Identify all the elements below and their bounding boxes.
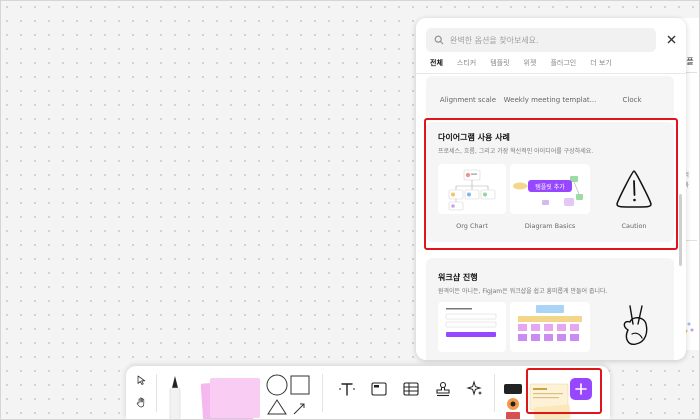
search-box[interactable]	[426, 28, 656, 52]
diagram-section-card: 다이어그램 사용 사례 프로세스, 흐름, 그리고 가장 혁신적인 아이디어를 …	[426, 122, 674, 242]
workshop-section-card: 워크샵 진행 원격이든 아니든, FigJam은 워크샵을 쉽고 흥미롭게 만들…	[426, 258, 674, 360]
text-tool-button[interactable]	[336, 378, 358, 400]
assets-panel: 전체 스티커 템플릿 위젯 플러그인 더 보기 Alignment scale …	[416, 18, 686, 360]
item-label-clock[interactable]: Clock	[622, 96, 641, 104]
previous-section-row: Alignment scale Weekly meeting templat..…	[426, 76, 674, 120]
tab-plugins[interactable]: 플러그인	[550, 58, 576, 72]
section-icon	[371, 382, 387, 396]
shapes-icon	[266, 374, 310, 415]
more-assets-icon	[504, 384, 522, 420]
sparkle-icon	[466, 380, 482, 396]
cursor-icon	[137, 375, 146, 385]
tab-widgets[interactable]: 위젯	[524, 58, 537, 72]
tab-more[interactable]: 더 보기	[590, 58, 612, 72]
marker-icon	[169, 376, 181, 420]
sticker-preview[interactable]	[502, 380, 528, 420]
divider	[322, 374, 323, 412]
peace-hand-icon	[623, 305, 648, 345]
template-preview-image	[529, 383, 571, 420]
panel-scrollbar[interactable]	[679, 194, 682, 266]
template-preview[interactable]	[528, 380, 572, 420]
org-chart-thumbnail[interactable]	[438, 164, 506, 214]
tab-all[interactable]: 전체	[430, 58, 443, 72]
table-tool-button[interactable]	[400, 378, 422, 400]
item-label-diagram-basics[interactable]: Diagram Basics	[525, 222, 576, 230]
item-label-org-chart[interactable]: Org Chart	[456, 222, 488, 230]
add-template-tooltip[interactable]: 템플릿 추가	[528, 180, 572, 192]
stamp-tool-button[interactable]	[432, 378, 454, 400]
hand-tool-button[interactable]	[134, 394, 150, 410]
select-tool-button[interactable]	[134, 372, 150, 388]
marker-tool-button[interactable]	[164, 374, 186, 420]
stamp-icon	[436, 381, 450, 397]
item-label-alignment-scale[interactable]: Alignment scale	[440, 96, 496, 104]
section-title: 다이어그램 사용 사례	[438, 133, 510, 142]
diagram-basics-thumbnail[interactable]: 템플릿 추가	[510, 164, 590, 214]
section-title: 워크샵 진행	[438, 273, 478, 282]
close-button[interactable]	[662, 30, 680, 48]
form-preview	[445, 308, 497, 337]
text-icon	[339, 383, 355, 396]
table-icon	[403, 382, 419, 396]
sticky-note-tool-button[interactable]	[196, 374, 266, 420]
add-asset-button[interactable]	[570, 378, 592, 400]
section-tool-button[interactable]	[368, 378, 390, 400]
divider	[416, 73, 686, 74]
org-chart-preview	[448, 169, 496, 211]
ai-tool-button[interactable]	[464, 378, 486, 400]
search-icon	[434, 35, 444, 45]
section-description: 원격이든 아니든, FigJam은 워크샵을 쉽고 흥미롭게 만들어 줍니다.	[438, 288, 608, 295]
bottom-toolbar	[126, 366, 610, 420]
board-preview	[518, 305, 582, 341]
section-description: 프로세스, 흐름, 그리고 가장 혁신적인 아이디어를 구상하세요.	[438, 148, 594, 155]
sticky-note-icon	[200, 378, 260, 420]
workshop-form-thumbnail[interactable]	[438, 302, 506, 352]
divider	[156, 374, 157, 412]
hand-icon	[136, 397, 145, 408]
workshop-board-thumbnail[interactable]	[510, 302, 590, 352]
caution-icon	[616, 170, 652, 208]
tooltip-label: 템플릿 추가	[535, 183, 565, 191]
tab-templates[interactable]: 템플릿	[490, 58, 509, 72]
caution-thumbnail[interactable]	[614, 168, 654, 210]
item-label-caution[interactable]: Caution	[621, 222, 646, 230]
category-tabs: 전체 스티커 템플릿 위젯 플러그인 더 보기	[430, 58, 626, 72]
divider	[494, 374, 495, 412]
shapes-tool-button[interactable]	[264, 374, 314, 420]
tab-stickers[interactable]: 스티커	[457, 58, 476, 72]
peace-hand-sticker[interactable]	[618, 302, 654, 354]
plus-icon	[575, 383, 587, 395]
close-icon	[667, 35, 675, 43]
item-label-weekly-meeting[interactable]: Weekly meeting templat...	[504, 96, 597, 104]
search-input[interactable]	[450, 35, 650, 45]
